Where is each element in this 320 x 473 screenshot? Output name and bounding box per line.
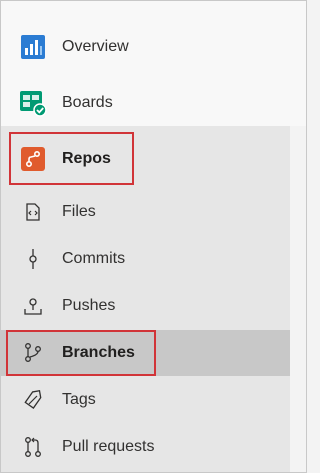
nav-item-files[interactable]: Files: [1, 189, 290, 235]
files-icon: [19, 198, 47, 226]
boards-icon: [19, 89, 47, 117]
nav-item-repos[interactable]: Repos: [1, 136, 290, 182]
nav-item-overview[interactable]: Overview: [1, 24, 306, 70]
nav-item-pushes[interactable]: Pushes: [1, 283, 290, 329]
nav-item-boards[interactable]: Boards: [1, 80, 306, 126]
nav-item-label: Pushes: [62, 297, 116, 314]
nav-item-label: Commits: [62, 250, 126, 267]
pull-request-icon: [19, 433, 47, 461]
nav-item-label: Tags: [62, 391, 96, 408]
branch-icon: [19, 339, 47, 367]
scrollbar-track[interactable]: [290, 126, 306, 472]
nav-item-tags[interactable]: Tags: [1, 377, 290, 423]
overview-icon: [19, 33, 47, 61]
commit-icon: [19, 245, 47, 273]
nav-item-label: Repos: [62, 150, 111, 167]
nav-item-label: Pull requests: [62, 438, 155, 455]
repos-icon: [19, 145, 47, 173]
nav-item-label: Files: [62, 203, 96, 220]
nav-item-branches[interactable]: Branches: [1, 330, 290, 376]
nav-item-label: Branches: [62, 344, 135, 361]
nav-item-pull-requests[interactable]: Pull requests: [1, 424, 290, 470]
nav-item-commits[interactable]: Commits: [1, 236, 290, 282]
nav-item-label: Overview: [62, 38, 129, 55]
push-icon: [19, 292, 47, 320]
tag-icon: [19, 386, 47, 414]
nav-item-label: Boards: [62, 94, 113, 111]
